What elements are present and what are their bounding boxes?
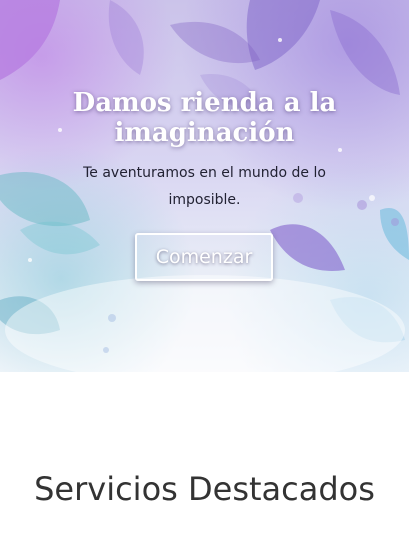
hero-subtitle: Te aventuramos en el mundo de lo imposib… [62, 160, 347, 214]
hero-title-line-2: imaginación [114, 118, 295, 148]
hero-subtitle-line-1: Te aventuramos en el mundo de lo [83, 165, 326, 181]
hero-banner: Damos rienda a la imaginación Te aventur… [0, 0, 409, 372]
comenzar-button-label: Comenzar [155, 246, 253, 268]
hero-content: Damos rienda a la imaginación Te aventur… [0, 0, 409, 372]
hero-subtitle-line-2: imposible. [168, 192, 241, 208]
hero-title-line-1: Damos rienda a la [72, 88, 337, 118]
section-title-servicios: Servicios Destacados [34, 470, 375, 508]
hero-title: Damos rienda a la imaginación [0, 88, 409, 148]
comenzar-button[interactable]: Comenzar [135, 233, 273, 281]
